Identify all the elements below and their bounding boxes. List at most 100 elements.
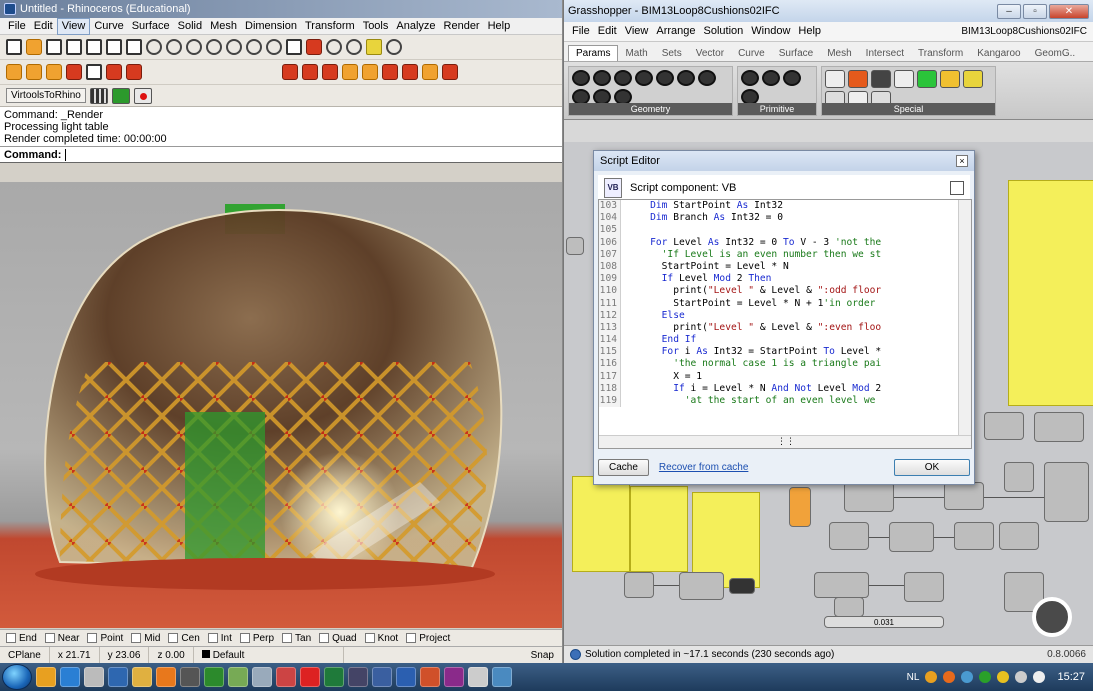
menu-curve[interactable]: Curve [90,18,127,35]
code-line[interactable]: 108 StartPoint = Level * N [599,260,971,274]
integer-param-icon[interactable] [762,70,780,86]
gradient-icon[interactable] [940,70,960,88]
app-icon[interactable] [252,667,272,687]
app-icon[interactable] [348,667,368,687]
clock[interactable]: 15:27 [1051,671,1085,683]
code-line[interactable]: 115 For i As Int32 = StartPoint To Level… [599,346,971,359]
virtools-label[interactable]: VirtoolsToRhino [6,88,86,103]
rendered-viewport[interactable] [0,182,562,628]
matrix-icon[interactable] [917,70,937,88]
code-line[interactable]: 107 'If Level is an even number then we … [599,248,971,261]
point-param-icon[interactable] [572,70,590,86]
rhino-taskbar-icon[interactable] [180,667,200,687]
boolean-difference-icon[interactable] [362,64,378,80]
office-icon[interactable] [156,667,176,687]
code-line[interactable]: 113 print("Level " & Level & ":even floo [599,321,971,335]
tab-mesh[interactable]: Mesh [820,46,858,61]
tab-intersect[interactable]: Intersect [859,46,911,61]
box-icon[interactable] [282,64,298,80]
minimize-button[interactable]: – [997,3,1021,19]
gh-component[interactable] [834,597,864,617]
snap-toggle[interactable]: Snap [523,646,562,663]
recover-from-cache-link[interactable]: Recover from cache [659,462,748,473]
gh-component[interactable] [1034,412,1084,442]
gh-component[interactable] [566,237,584,255]
start-button[interactable] [2,664,32,690]
car-icon[interactable] [306,39,322,55]
cplane-label[interactable]: CPlane [0,646,50,663]
network-icon[interactable] [1015,671,1028,683]
fillet-icon[interactable] [382,64,398,80]
gh-component[interactable] [789,487,811,527]
circle-param-icon[interactable] [614,70,632,86]
menu-surface[interactable]: Surface [128,18,174,35]
code-line[interactable]: 119 'at the start of an even level we [599,395,971,408]
pan-icon[interactable] [166,39,182,55]
paste-icon[interactable] [126,39,142,55]
grasshopper-taskbar-icon[interactable] [204,667,224,687]
code-line[interactable]: 104 Dim Branch As Int32 = 0 [599,212,971,225]
gh-component[interactable] [889,522,934,552]
panel-icon[interactable] [894,70,914,88]
tray-icon[interactable] [925,671,938,683]
gh-menu-edit[interactable]: Edit [594,23,621,40]
plane-param-icon[interactable] [698,70,716,86]
layer-selector[interactable]: Default [194,646,344,663]
checkbox-icon[interactable] [282,633,293,643]
app-icon[interactable] [468,667,488,687]
gh-menu-view[interactable]: View [621,23,653,40]
zoom-navigator-icon[interactable] [1032,597,1072,637]
render-icon[interactable] [346,39,362,55]
menu-view[interactable]: View [56,17,91,35]
line-icon[interactable] [86,64,102,80]
checkbox-icon[interactable] [87,633,98,643]
checkbox-icon[interactable] [44,633,55,643]
tab-params[interactable]: Params [568,45,619,61]
script-editor-title-bar[interactable]: Script Editor × [594,151,974,171]
boolean-param-icon[interactable] [783,70,801,86]
toggle-icon[interactable] [848,70,868,88]
gh-component[interactable] [814,572,869,598]
copy-icon[interactable] [106,39,122,55]
arc-param-icon[interactable] [635,70,653,86]
code-line[interactable]: 116 'the normal case 1 is a triangle pai [599,358,971,371]
osnap-perp[interactable]: Perp [239,633,274,644]
extrude-icon[interactable] [442,64,458,80]
cut-icon[interactable] [86,39,102,55]
tab-transform[interactable]: Transform [911,46,970,61]
osnap-int[interactable]: Int [207,633,232,644]
tab-curve[interactable]: Curve [731,46,772,61]
checkbox-icon[interactable] [6,633,16,643]
shell-icon[interactable] [402,64,418,80]
gh-component[interactable] [679,572,724,600]
undo-icon[interactable] [146,39,162,55]
command-line[interactable]: Command: [0,147,562,163]
curve-icon[interactable] [106,64,122,80]
checkbox-icon[interactable] [207,633,218,643]
gh-menu-arrange[interactable]: Arrange [652,23,699,40]
osnap-end[interactable]: End [6,633,37,644]
calculator-icon[interactable] [84,667,104,687]
vertical-scrollbar[interactable] [958,200,971,436]
gh-component[interactable] [729,578,755,594]
print-icon[interactable] [66,39,82,55]
polyline-icon[interactable] [46,64,62,80]
vector-param-icon[interactable] [593,70,611,86]
options-icon[interactable] [386,39,402,55]
code-line[interactable]: 105 [599,224,971,237]
osnap-near[interactable]: Near [44,633,79,644]
language-indicator[interactable]: NL [907,672,920,683]
cache-button[interactable]: Cache [598,458,649,476]
osnap-quad[interactable]: Quad [319,633,357,644]
shade-icon[interactable] [326,39,342,55]
zoom-selected-icon[interactable] [266,39,282,55]
tab-kangaroo[interactable]: Kangaroo [970,46,1027,61]
checkbox-icon[interactable] [131,633,142,643]
close-icon[interactable]: × [956,155,968,167]
menu-render[interactable]: Render [440,18,484,35]
checkbox-icon[interactable] [168,633,179,643]
menu-dimension[interactable]: Dimension [241,18,301,35]
gh-component[interactable] [829,522,869,550]
rotate-view-icon[interactable] [186,39,202,55]
maximize-icon[interactable] [950,180,964,195]
